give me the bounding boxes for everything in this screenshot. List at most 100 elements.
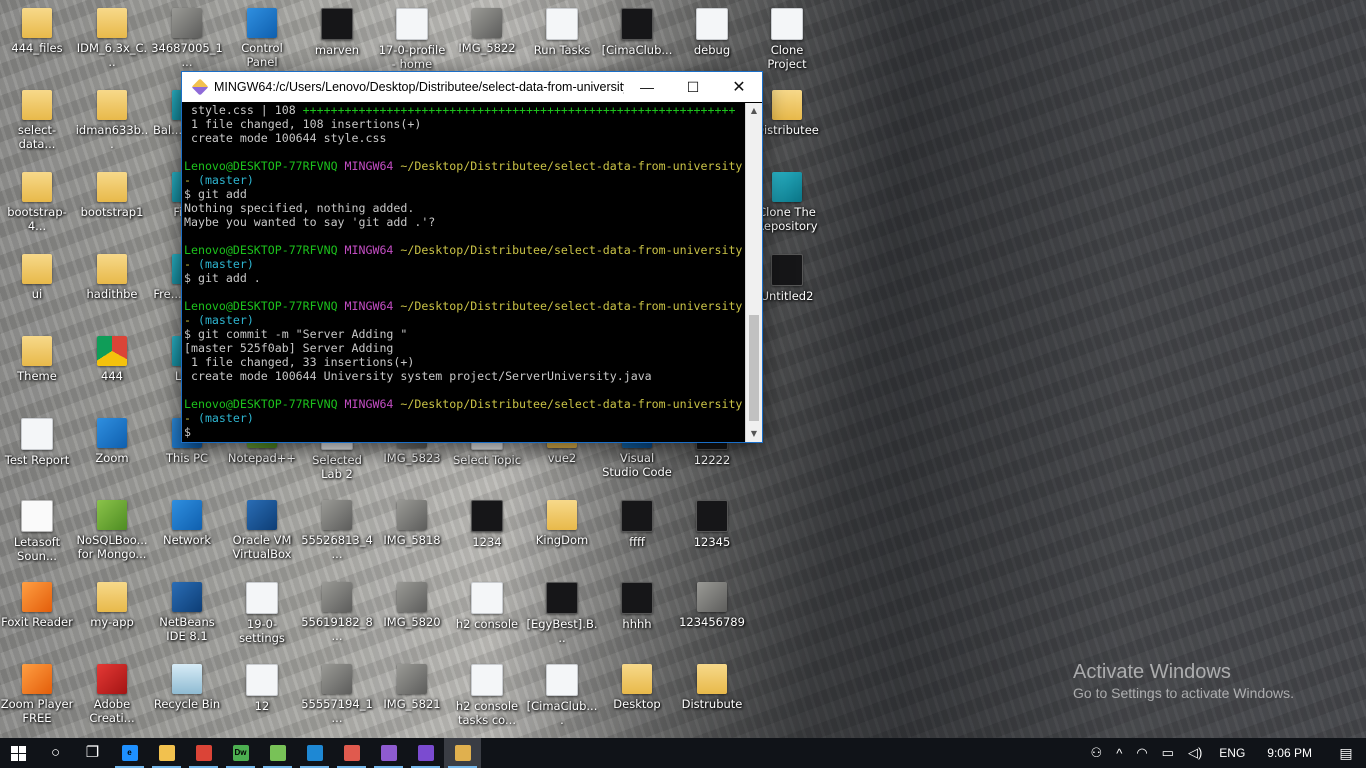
desktop-icon[interactable]: idman633b... [75, 84, 149, 164]
desktop-icon-label: debug [693, 43, 731, 57]
desktop-icon[interactable]: Distrubute [675, 658, 749, 738]
desktop-icon[interactable]: bootstrap1 [75, 166, 149, 246]
maximize-button[interactable]: ☐ [670, 72, 716, 102]
start-button[interactable] [0, 738, 37, 768]
desktop-icon[interactable]: Oracle VM VirtualBox [225, 494, 299, 574]
desktop-icon[interactable]: 55619182_8... [300, 576, 374, 656]
close-button[interactable]: ✕ [716, 72, 762, 102]
folder-icon [97, 582, 127, 612]
volume-icon[interactable]: ◁) [1181, 745, 1209, 761]
desktop-icon[interactable]: 34687005_1... [150, 2, 224, 82]
desktop-icon[interactable]: [CimaClub.... [525, 658, 599, 738]
photo-icon [322, 664, 352, 694]
desktop-icon-label: hhhh [622, 617, 652, 631]
media-app-button[interactable] [370, 738, 407, 768]
terminal-line: - (master) [184, 313, 743, 327]
desktop-icon[interactable]: ffff [600, 494, 674, 574]
folder-icon [697, 664, 727, 694]
scroll-thumb[interactable] [749, 315, 759, 421]
desktop-icon[interactable]: 444 [75, 330, 149, 410]
terminal-window[interactable]: MINGW64:/c/Users/Lenovo/Desktop/Distribu… [181, 71, 763, 443]
vscode-button[interactable] [296, 738, 333, 768]
dark-thumbnail-icon [771, 254, 803, 286]
desktop-icon[interactable]: h2 console tasks co... [450, 658, 524, 738]
people-icon[interactable]: ⚇ [1084, 745, 1110, 761]
desktop-icon-label: [EgyBest].B... [526, 617, 598, 645]
desktop-icon[interactable]: ui [0, 248, 74, 328]
desktop-icon[interactable]: [EgyBest].B... [525, 576, 599, 656]
desktop-icon[interactable]: NetBeans IDE 8.1 [150, 576, 224, 656]
desktop-icon[interactable]: Clone Project [750, 2, 824, 82]
netbeans-icon [172, 582, 202, 612]
scroll-down-icon[interactable]: ▼ [746, 426, 762, 442]
terminal-scrollbar[interactable]: ▲ ▼ [745, 103, 762, 442]
terminal-text-segment: Lenovo@DESKTOP-77RFVNQ [184, 299, 345, 313]
desktop-icon[interactable]: IMG_5821 [375, 658, 449, 738]
terminal-text-segment: 1 file changed, 108 insertions(+) [184, 117, 422, 131]
desktop-icon[interactable]: Control Panel [225, 2, 299, 82]
desktop-icon[interactable]: Adobe Creati... [75, 658, 149, 738]
desktop-icon[interactable]: Foxit Reader [0, 576, 74, 656]
visual-studio-button[interactable] [407, 738, 444, 768]
desktop-icon[interactable]: h2 console [450, 576, 524, 656]
dreamweaver-button[interactable]: Dw [222, 738, 259, 768]
chevron-up-icon[interactable]: ^ [1109, 746, 1129, 761]
file-explorer-button[interactable] [148, 738, 185, 768]
desktop-icon[interactable]: IMG_5822 [450, 2, 524, 82]
desktop-icon-label: This PC [165, 451, 209, 465]
desktop-icon[interactable]: marven [300, 2, 374, 82]
scroll-up-icon[interactable]: ▲ [746, 103, 762, 119]
desktop-icon[interactable]: IMG_5818 [375, 494, 449, 574]
desktop-icon[interactable]: [CimaClub... [600, 2, 674, 82]
edge-button[interactable]: e [111, 738, 148, 768]
android-studio-button[interactable] [259, 738, 296, 768]
clock[interactable]: 9:06 PM [1255, 746, 1326, 760]
desktop-icon[interactable]: 123456789 [675, 576, 749, 656]
desktop-icon[interactable]: Network [150, 494, 224, 574]
desktop-icon[interactable]: 55526813_4... [300, 494, 374, 574]
desktop-icon[interactable]: KingDom [525, 494, 599, 574]
desktop-icon[interactable]: debug [675, 2, 749, 82]
desktop-icon[interactable]: bootstrap-4... [0, 166, 74, 246]
desktop-icon[interactable]: NoSQLBoo... for Mongo... [75, 494, 149, 574]
git-bash-icon [191, 78, 209, 96]
terminal-titlebar[interactable]: MINGW64:/c/Users/Lenovo/Desktop/Distribu… [182, 72, 762, 102]
desktop-icon[interactable]: Theme [0, 330, 74, 410]
desktop-icon[interactable]: Zoom [75, 412, 149, 492]
desktop-icon[interactable]: IDM_6.3x_C... [75, 2, 149, 82]
terminal-line: $ git add [184, 187, 743, 201]
desktop-icon[interactable]: hadithbe [75, 248, 149, 328]
minimize-button[interactable]: — [624, 72, 670, 102]
desktop-icon[interactable]: 55557194_1... [300, 658, 374, 738]
desktop-icon[interactable]: my-app [75, 576, 149, 656]
desktop-icon[interactable]: 444_files [0, 2, 74, 82]
action-center-icon[interactable]: ▤ [1326, 745, 1366, 762]
desktop-icon[interactable]: Desktop [600, 658, 674, 738]
desktop-icon[interactable]: Recycle Bin [150, 658, 224, 738]
desktop-icon[interactable]: Test Report [0, 412, 74, 492]
desktop-icon[interactable]: hhhh [600, 576, 674, 656]
desktop-icon[interactable]: Run Tasks [525, 2, 599, 82]
desktop-icon[interactable]: 1234 [450, 494, 524, 574]
terminal-output[interactable]: style.css | 108 ++++++++++++++++++++++++… [182, 103, 745, 442]
git-bash-button[interactable] [444, 738, 481, 768]
desktop-icon[interactable]: select-data... [0, 84, 74, 164]
desktop-icon[interactable]: 17-0-profile - home [375, 2, 449, 82]
desktop-icon[interactable]: 19-0-settings [225, 576, 299, 656]
wifi-icon[interactable]: ◠ [1129, 745, 1154, 761]
battery-icon[interactable]: ▭ [1155, 745, 1181, 761]
desktop-icon[interactable]: 12 [225, 658, 299, 738]
search-cortana-button[interactable]: ○ [37, 738, 74, 768]
desktop-icon[interactable]: Zoom Player FREE [0, 658, 74, 738]
document-icon [21, 418, 53, 450]
snipping-tool-button[interactable] [333, 738, 370, 768]
folder-icon [22, 336, 52, 366]
desktop-icon-label: ffff [629, 535, 645, 549]
chrome-button[interactable] [185, 738, 222, 768]
video-thumbnail-icon [621, 8, 653, 40]
language-indicator[interactable]: ENG [1209, 746, 1255, 760]
task-view-button[interactable]: ❐ [74, 738, 111, 768]
desktop-icon[interactable]: 12345 [675, 494, 749, 574]
desktop-icon[interactable]: Letasoft Soun... [0, 494, 74, 574]
desktop-icon[interactable]: IMG_5820 [375, 576, 449, 656]
